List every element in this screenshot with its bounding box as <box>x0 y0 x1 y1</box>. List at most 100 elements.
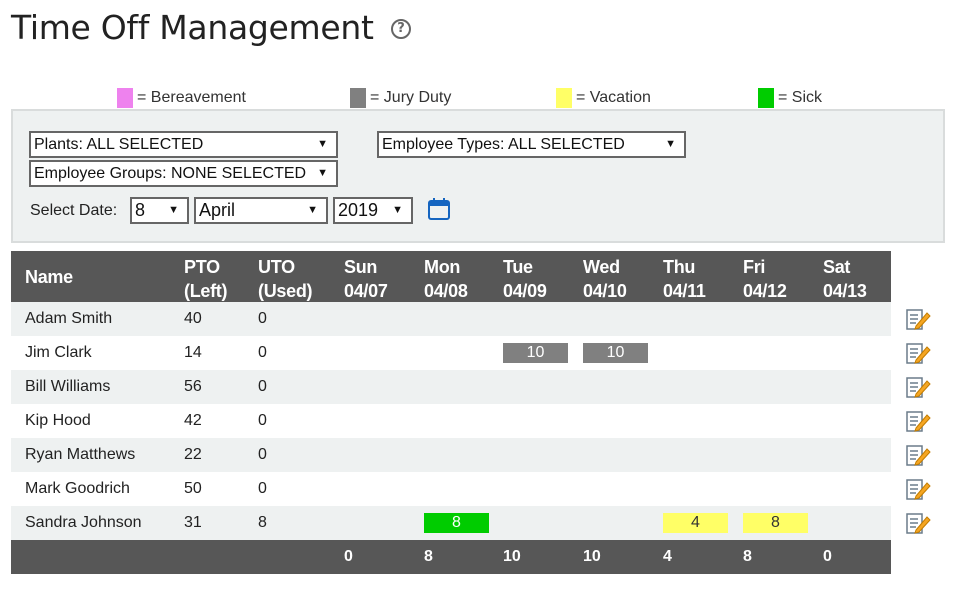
uto-used: 0 <box>258 446 267 463</box>
time-off-entry-vacation[interactable]: 8 <box>743 513 808 533</box>
employee-name: Kip Hood <box>25 412 91 429</box>
table-row: Adam Smith 40 0 <box>11 302 891 336</box>
employee-name: Ryan Matthews <box>25 446 136 463</box>
day-date: 04/07 <box>344 281 388 301</box>
chevron-down-icon: ▼ <box>317 167 328 179</box>
day-name: Tue <box>503 257 533 277</box>
calendar-icon[interactable] <box>427 197 451 221</box>
edit-icon[interactable] <box>905 409 931 433</box>
employee-name: Jim Clark <box>25 344 92 361</box>
employee-name: Bill Williams <box>25 378 111 395</box>
uto-used: 0 <box>258 344 267 361</box>
day-total: 8 <box>743 548 752 565</box>
table-row: Sandra Johnson 31 8 8 4 8 <box>11 506 891 540</box>
column-header-uto-line2: (Used) <box>258 281 313 301</box>
day-date: 04/12 <box>743 281 787 301</box>
employee-name: Sandra Johnson <box>25 514 142 531</box>
column-header-pto: PTO (Left) <box>184 255 227 303</box>
uto-used: 0 <box>258 412 267 429</box>
day-date: 04/10 <box>583 281 627 301</box>
day-name: Mon <box>424 257 461 277</box>
employee-groups-select-value: Employee Groups: NONE SELECTED <box>34 165 307 182</box>
day-name: Thu <box>663 257 696 277</box>
employee-name: Adam Smith <box>25 310 113 327</box>
column-header-pto-line1: PTO <box>184 257 220 277</box>
table-row: Jim Clark 14 0 10 10 <box>11 336 891 370</box>
column-header-day: Tue 04/09 <box>503 255 547 303</box>
table-body: Adam Smith 40 0 Jim Clark 14 0 10 10 Bill Willia… <box>11 302 891 540</box>
legend-label: = Jury Duty <box>370 89 452 106</box>
day-select-value: 8 <box>135 200 146 220</box>
pto-left: 42 <box>184 412 202 429</box>
vacation-swatch <box>556 88 572 108</box>
day-name: Sat <box>823 257 851 277</box>
year-select[interactable]: 2019 ▼ <box>333 197 413 224</box>
chevron-down-icon: ▼ <box>392 204 403 216</box>
pto-left: 40 <box>184 310 202 327</box>
day-name: Sun <box>344 257 378 277</box>
edit-icon[interactable] <box>905 341 931 365</box>
page-title: Time Off Management <box>11 8 374 47</box>
edit-icon[interactable] <box>905 443 931 467</box>
legend-label: = Vacation <box>576 89 651 106</box>
column-header-day: Sun 04/07 <box>344 255 388 303</box>
column-header-day: Sat 04/13 <box>823 255 867 303</box>
time-off-entry-sick[interactable]: 8 <box>424 513 489 533</box>
employee-groups-select[interactable]: Employee Groups: NONE SELECTED ▼ <box>29 160 338 187</box>
day-name: Wed <box>583 257 620 277</box>
day-total: 0 <box>823 548 832 565</box>
legend-label: = Sick <box>778 89 823 106</box>
chevron-down-icon: ▼ <box>665 138 676 150</box>
time-off-table: Name PTO (Left) UTO (Used) Sun 04/07 Mon 0… <box>11 251 891 574</box>
sick-swatch <box>758 88 774 108</box>
edit-icon[interactable] <box>905 477 931 501</box>
employee-types-select[interactable]: Employee Types: ALL SELECTED ▼ <box>377 131 686 158</box>
day-total: 10 <box>503 548 521 565</box>
chevron-down-icon: ▼ <box>317 138 328 150</box>
chevron-down-icon: ▼ <box>168 204 179 216</box>
edit-icon[interactable] <box>905 511 931 535</box>
table-header: Name PTO (Left) UTO (Used) Sun 04/07 Mon 0… <box>11 251 891 302</box>
day-name: Fri <box>743 257 766 277</box>
month-select[interactable]: April ▼ <box>194 197 328 224</box>
filter-panel: Plants: ALL SELECTED ▼ Employee Types: A… <box>11 109 945 243</box>
month-select-value: April <box>199 200 236 220</box>
pto-left: 31 <box>184 514 202 531</box>
employee-types-select-value: Employee Types: ALL SELECTED <box>382 136 625 153</box>
time-off-entry-vacation[interactable]: 4 <box>663 513 728 533</box>
day-total: 8 <box>424 548 433 565</box>
uto-used: 0 <box>258 310 267 327</box>
help-icon[interactable]: ? <box>391 19 411 39</box>
table-row: Bill Williams 56 0 <box>11 370 891 404</box>
column-header-day: Fri 04/12 <box>743 255 787 303</box>
column-header-uto: UTO (Used) <box>258 255 313 303</box>
column-header-day: Mon 04/08 <box>424 255 468 303</box>
day-date: 04/09 <box>503 281 547 301</box>
day-total: 0 <box>344 548 353 565</box>
legend-jury-duty: = Jury Duty <box>350 88 451 108</box>
table-row: Kip Hood 42 0 <box>11 404 891 438</box>
year-select-value: 2019 <box>338 200 379 220</box>
edit-icon[interactable] <box>905 307 931 331</box>
edit-icon[interactable] <box>905 375 931 399</box>
plants-select[interactable]: Plants: ALL SELECTED ▼ <box>29 131 338 158</box>
column-header-day: Thu 04/11 <box>663 255 706 303</box>
jury-duty-swatch <box>350 88 366 108</box>
pto-left: 14 <box>184 344 202 361</box>
pto-left: 50 <box>184 480 202 497</box>
time-off-entry-jury[interactable]: 10 <box>583 343 648 363</box>
chevron-down-icon: ▼ <box>307 204 318 216</box>
column-header-uto-line1: UTO <box>258 257 295 277</box>
time-off-entry-jury[interactable]: 10 <box>503 343 568 363</box>
uto-used: 8 <box>258 514 267 531</box>
legend-vacation: = Vacation <box>556 88 651 108</box>
table-row: Mark Goodrich 50 0 <box>11 472 891 506</box>
pto-left: 22 <box>184 446 202 463</box>
day-select[interactable]: 8 ▼ <box>130 197 189 224</box>
pto-left: 56 <box>184 378 202 395</box>
select-date-label: Select Date: <box>30 202 118 219</box>
table-row: Ryan Matthews 22 0 <box>11 438 891 472</box>
day-total: 10 <box>583 548 601 565</box>
plants-select-value: Plants: ALL SELECTED <box>34 136 204 153</box>
uto-used: 0 <box>258 480 267 497</box>
